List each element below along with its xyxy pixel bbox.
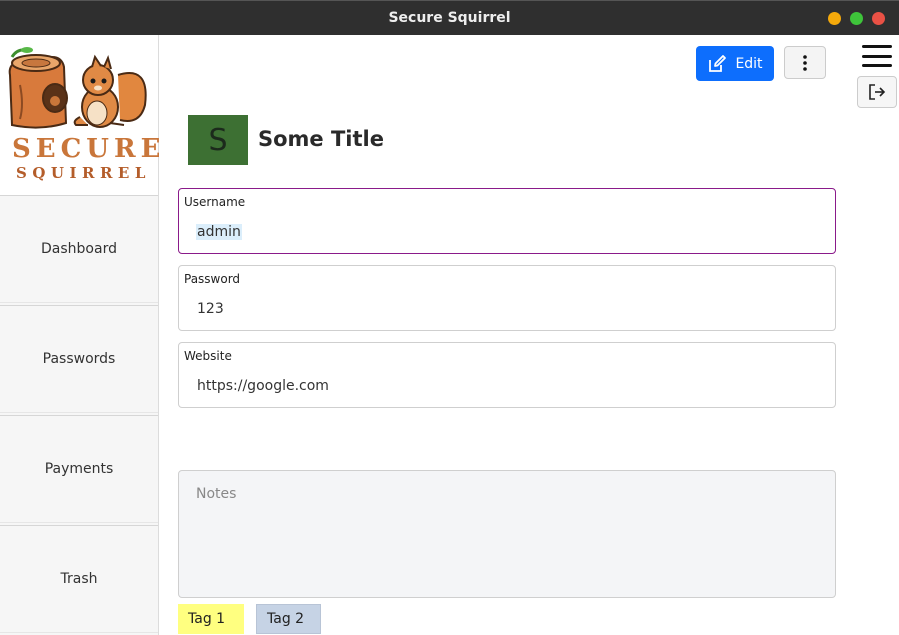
sidebar-item-label: Trash xyxy=(60,571,98,587)
window-controls xyxy=(828,12,885,25)
logo-word-secure: SECURE xyxy=(12,134,166,164)
window-title: Secure Squirrel xyxy=(388,10,511,26)
logo-word-squirrel: SQUIRREL xyxy=(16,164,151,182)
logout-button[interactable] xyxy=(857,76,897,108)
edit-button-label: Edit xyxy=(735,55,763,72)
edit-button[interactable]: Edit xyxy=(696,46,774,81)
sidebar-item-payments[interactable]: Payments xyxy=(0,415,158,523)
sidebar-item-label: Passwords xyxy=(42,351,116,367)
username-value[interactable]: admin xyxy=(196,224,242,240)
hamburger-menu-icon[interactable] xyxy=(862,45,892,67)
website-label: Website xyxy=(184,349,232,363)
kebab-menu-icon xyxy=(803,54,807,71)
website-value[interactable]: https://google.com xyxy=(197,378,329,394)
entry-title: Some Title xyxy=(258,127,384,151)
title-bar: Secure Squirrel xyxy=(0,0,899,35)
edit-icon xyxy=(709,54,727,72)
sidebar-item-label: Payments xyxy=(44,461,114,477)
tag-chip[interactable]: Tag 1 xyxy=(178,604,244,634)
more-options-button[interactable] xyxy=(784,46,826,79)
tag-chip[interactable]: Tag 2 xyxy=(256,604,321,634)
sidebar-item-passwords[interactable]: Passwords xyxy=(0,305,158,413)
close-button[interactable] xyxy=(872,12,885,25)
entry-detail-panel: Edit S Some Title Username admin Passwor… xyxy=(159,35,849,635)
username-label: Username xyxy=(184,195,246,209)
sidebar: SECURE SQUIRREL Dashboard Passwords Paym… xyxy=(0,35,160,635)
password-value[interactable]: 123 xyxy=(197,301,224,317)
maximize-button[interactable] xyxy=(850,12,863,25)
username-field[interactable]: Username admin xyxy=(178,188,836,254)
notes-placeholder: Notes xyxy=(196,486,237,502)
sidebar-item-trash[interactable]: Trash xyxy=(0,525,158,633)
minimize-button[interactable] xyxy=(828,12,841,25)
tag-label: Tag 2 xyxy=(267,611,305,627)
notes-textarea[interactable]: Notes xyxy=(178,470,836,598)
logout-icon xyxy=(869,84,886,100)
tag-label: Tag 1 xyxy=(188,611,226,627)
app-logo: SECURE SQUIRREL xyxy=(0,35,160,195)
entry-avatar: S xyxy=(188,115,248,165)
website-field[interactable]: Website https://google.com xyxy=(178,342,836,408)
password-field[interactable]: Password 123 xyxy=(178,265,836,331)
sidebar-item-dashboard[interactable]: Dashboard xyxy=(0,195,158,303)
right-rail xyxy=(849,35,899,635)
app-window: Secure Squirrel SECURE SQUIRREL Dashboar… xyxy=(0,0,899,635)
sidebar-item-label: Dashboard xyxy=(41,241,117,257)
squirrel-logo-icon xyxy=(8,47,147,129)
password-label: Password xyxy=(184,272,241,286)
